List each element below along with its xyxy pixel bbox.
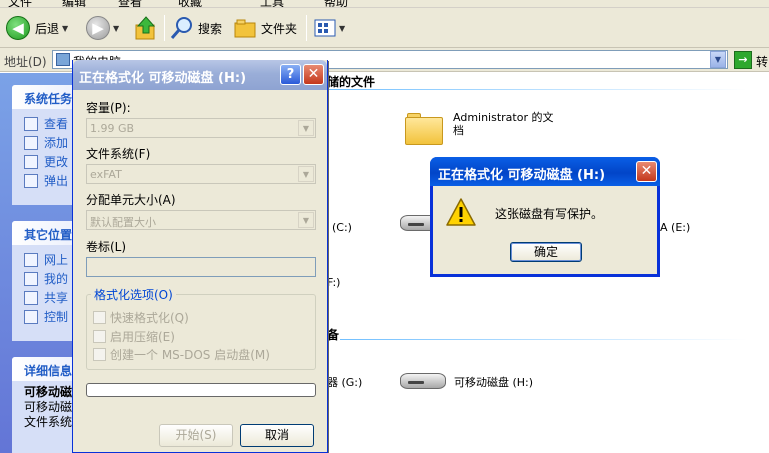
fs-value: exFAT [90, 168, 122, 181]
alloc-value: 默认配置大小 [90, 216, 156, 229]
drive-e-label[interactable]: A (E:) [660, 221, 690, 234]
drive-h[interactable]: 可移动磁盘 (H:) [400, 369, 533, 391]
capacity-select[interactable]: 1.99 GB ▼ [86, 118, 316, 138]
chevron-down-icon[interactable]: ▼ [298, 166, 314, 182]
format-progress-bar [86, 383, 316, 397]
network-icon [24, 252, 38, 267]
my-computer-icon [56, 53, 70, 66]
change-setting-icon [24, 154, 38, 169]
fs-select[interactable]: exFAT ▼ [86, 164, 316, 184]
search-icon [170, 17, 192, 39]
removable-heading: 备 [327, 328, 340, 342]
write-protect-dialog: 正在格式化 可移动磁盘 (H:) ✕ 这张磁盘有写保护。 确定 [430, 157, 660, 277]
folders-label: 文件夹 [261, 21, 298, 36]
place-mydocs-label: 我的 [44, 272, 69, 286]
back-button[interactable]: ◀ 后退 ▼ [6, 14, 68, 42]
close-icon[interactable]: ✕ [303, 64, 324, 85]
help-icon[interactable]: ? [280, 64, 301, 85]
menu-bar: 文件 编辑 查看 收藏 工具 帮助 [0, 0, 769, 8]
format-dialog: 正在格式化 可移动磁盘 (H:) ? ✕ 容量(P): 1.99 GB ▼ 文件… [72, 60, 328, 453]
task-eject-label: 弹出 [44, 174, 69, 188]
format-options-label: 格式化选项(O) [91, 286, 176, 303]
start-button[interactable]: 开始(S) [159, 424, 233, 447]
admin-docs-label: Administrator 的文 [453, 111, 554, 124]
compression-label: 启用压缩(E) [110, 330, 175, 344]
forward-arrow-icon: ▶ [86, 16, 110, 40]
menu-file[interactable]: 文件 [8, 0, 32, 7]
back-arrow-icon: ◀ [6, 16, 30, 40]
place-network-label: 网上 [44, 253, 69, 267]
menu-edit[interactable]: 编辑 [62, 0, 86, 7]
chevron-down-icon[interactable]: ▼ [298, 212, 314, 228]
stored-files-heading: 储的文件 [327, 75, 376, 89]
forward-dropdown-icon[interactable]: ▼ [113, 24, 119, 33]
quick-format-checkbox[interactable]: 快速格式化(Q) [93, 309, 189, 326]
admin-docs-label-2: 档 [453, 124, 464, 137]
drive-g-label[interactable]: 器 (G:) [327, 374, 362, 390]
views-dropdown-icon[interactable]: ▼ [339, 24, 345, 33]
documents-icon [24, 271, 38, 286]
shared-folder-icon [24, 290, 38, 305]
forward-button[interactable]: ▶ ▼ [86, 14, 119, 42]
add-remove-icon [24, 135, 38, 150]
view-info-icon [24, 116, 38, 131]
close-icon[interactable]: ✕ [636, 161, 657, 182]
quick-format-label: 快速格式化(Q) [110, 311, 189, 325]
task-add-label: 添加 [44, 136, 69, 150]
folders-button[interactable]: 文件夹 [233, 14, 297, 42]
up-folder-button[interactable] [134, 14, 158, 42]
cancel-button[interactable]: 取消 [240, 424, 314, 447]
go-label[interactable]: 转 [756, 53, 768, 70]
alloc-label: 分配单元大小(A) [86, 193, 176, 207]
task-change-label: 更改 [44, 155, 69, 169]
folders-icon [234, 19, 256, 38]
back-dropdown-icon[interactable]: ▼ [62, 24, 68, 33]
views-icon [314, 19, 336, 37]
go-arrow-icon[interactable]: → [734, 51, 752, 69]
warning-icon [446, 198, 476, 226]
drive-c-label: (C:) [332, 221, 352, 234]
toolbar: ◀ 后退 ▼ ▶ ▼ 搜索 文件夹 ▼ [0, 8, 769, 48]
address-label: 地址(D) [4, 55, 47, 69]
ok-button[interactable]: 确定 [510, 242, 582, 262]
control-panel-icon [24, 309, 38, 324]
volume-input[interactable] [86, 257, 316, 277]
menu-favorites[interactable]: 收藏 [178, 0, 202, 7]
compression-checkbox[interactable]: 启用压缩(E) [93, 328, 175, 345]
fs-label: 文件系统(F) [86, 147, 151, 161]
task-view-label: 查看 [44, 117, 69, 131]
alloc-select[interactable]: 默认配置大小 ▼ [86, 210, 316, 230]
drive-f-label[interactable]: F:) [327, 276, 340, 289]
admin-documents-folder[interactable]: Administrator 的文 档 [405, 111, 553, 145]
menu-help[interactable]: 帮助 [324, 0, 348, 7]
menu-tools[interactable]: 工具 [260, 0, 284, 7]
place-control-panel-label: 控制 [44, 310, 69, 324]
capacity-value: 1.99 GB [90, 122, 135, 135]
views-button[interactable]: ▼ [314, 14, 345, 42]
place-shared-label: 共享 [44, 291, 69, 305]
menu-view[interactable]: 查看 [118, 0, 142, 7]
up-folder-icon [135, 16, 156, 40]
drive-h-label: 可移动磁盘 (H:) [454, 376, 534, 389]
msdos-boot-label: 创建一个 MS-DOS 启动盘(M) [110, 348, 270, 362]
msdos-boot-checkbox[interactable]: 创建一个 MS-DOS 启动盘(M) [93, 346, 270, 363]
capacity-label: 容量(P): [86, 101, 131, 115]
message-text: 这张磁盘有写保护。 [495, 207, 604, 221]
eject-icon [24, 173, 38, 188]
folder-icon [405, 111, 445, 145]
message-title[interactable]: 正在格式化 可移动磁盘 (H:) [430, 157, 660, 186]
volume-label: 卷标(L) [86, 240, 127, 254]
chevron-down-icon[interactable]: ▼ [298, 120, 314, 136]
search-button[interactable]: 搜索 [170, 14, 222, 42]
back-label: 后退 [35, 21, 60, 36]
search-label: 搜索 [198, 21, 223, 36]
address-dropdown-icon[interactable]: ▼ [710, 51, 726, 68]
removable-drive-icon [400, 369, 448, 391]
